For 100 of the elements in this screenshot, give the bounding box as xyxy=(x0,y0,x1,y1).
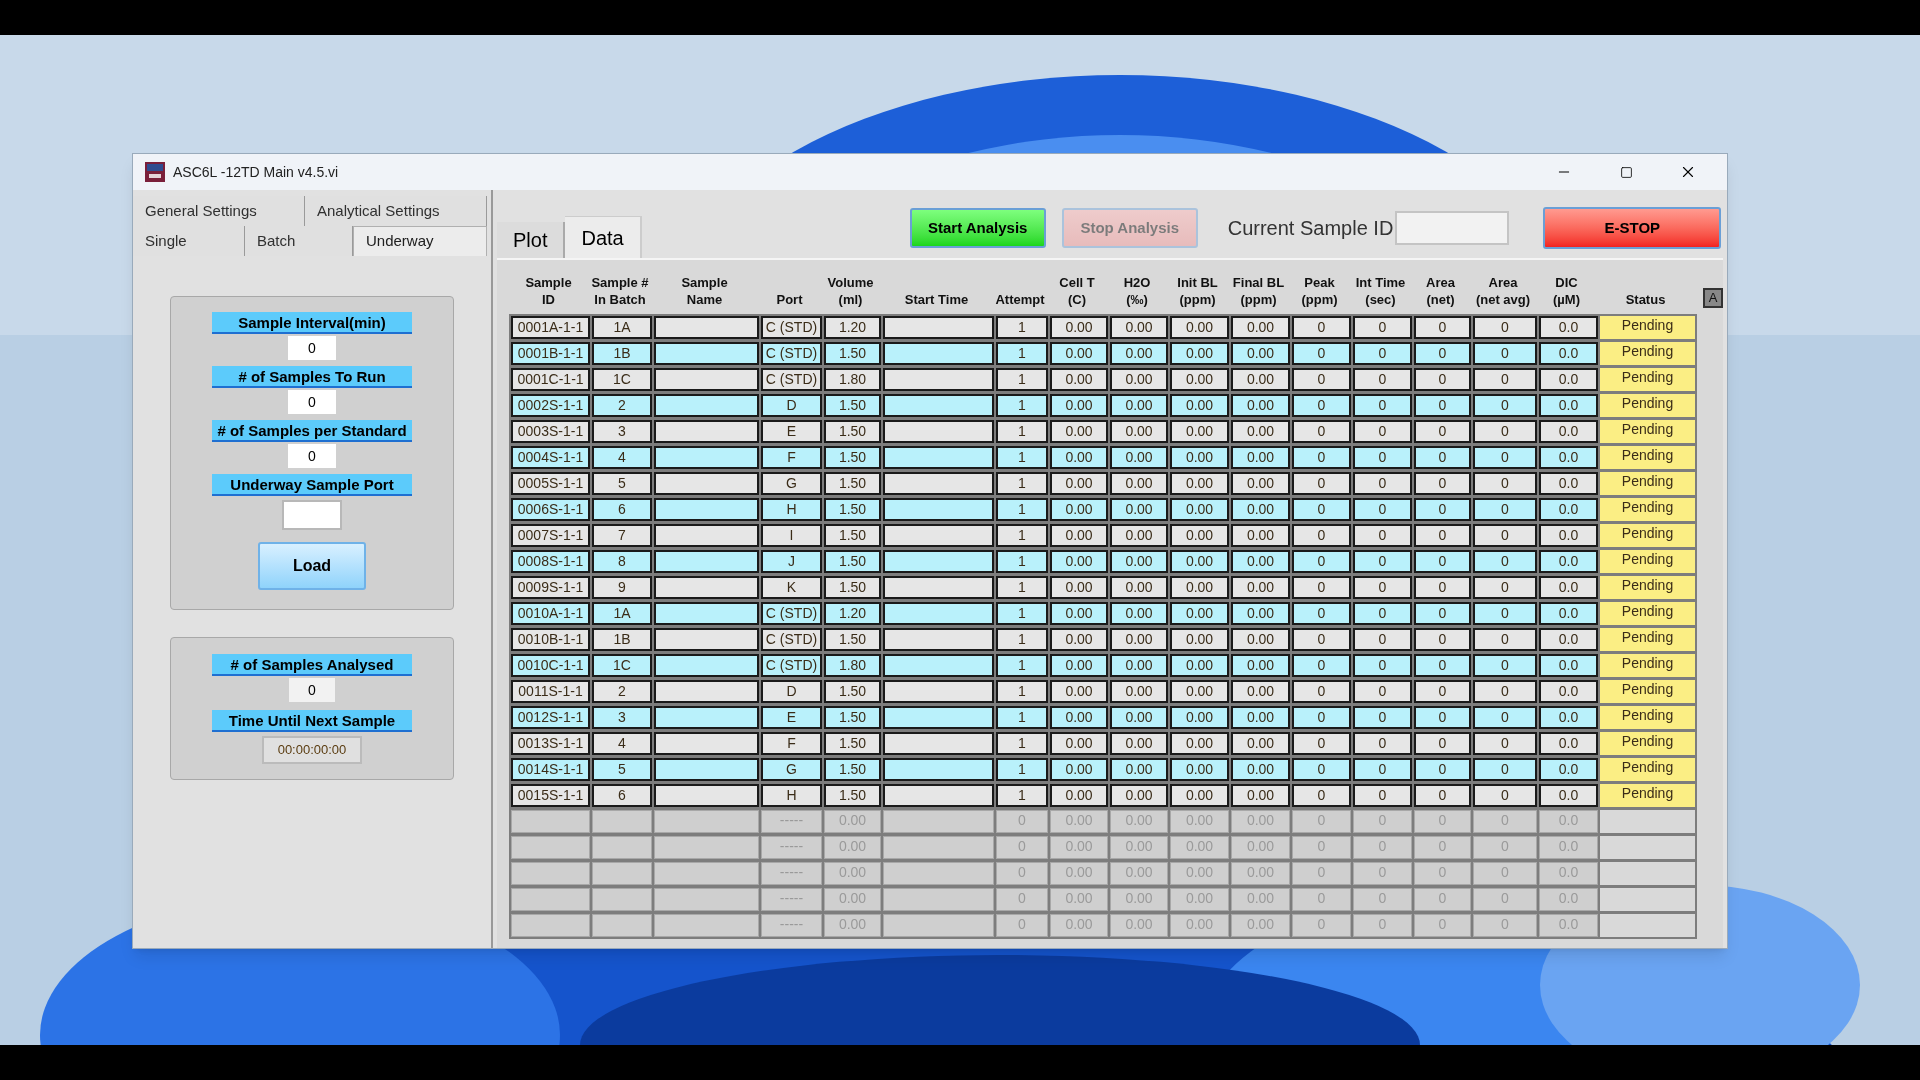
table-cell: 0001A-1-1 xyxy=(511,316,590,339)
number-field[interactable]: 0 xyxy=(288,336,336,360)
table-row[interactable]: 0008S-1-1 8 J 1.50 1 0.00 0.00 0.00 0.00 0 0 0 0 0.0 Pending xyxy=(511,550,1695,573)
tab[interactable]: Data xyxy=(565,216,642,258)
table-cell: 0011S-1-1 xyxy=(511,680,590,703)
table-cell: 0.00 xyxy=(1231,498,1290,521)
port-field[interactable] xyxy=(282,500,342,530)
table-cell: 0 xyxy=(1292,576,1351,599)
table-cell: 0.00 xyxy=(1170,784,1229,807)
table-row[interactable]: 0001A-1-1 1A C (STD) 1.20 1 0.00 0.00 0.00 0.00 0 0 0 0 0.0 Pending xyxy=(511,316,1695,339)
table-row[interactable]: 0001C-1-1 1C C (STD) 1.80 1 0.00 0.00 0.00 0.00 0 0 0 0 0.0 Pending xyxy=(511,368,1695,391)
table-cell: 1 xyxy=(996,316,1048,339)
table-cell: 0008S-1-1 xyxy=(511,550,590,573)
table-cell: 0 xyxy=(1414,420,1471,443)
table-cell: 0.0 xyxy=(1539,680,1598,703)
table-cell: C (STD) xyxy=(761,602,822,625)
table-cell: 0.00 xyxy=(1231,602,1290,625)
table-cell: 0 xyxy=(1292,784,1351,807)
status-cell: Pending xyxy=(1600,498,1695,521)
table-cell: 0 xyxy=(1414,498,1471,521)
table-cell: 1 xyxy=(996,524,1048,547)
table-cell: 1.50 xyxy=(824,420,881,443)
table-row[interactable]: 0005S-1-1 5 G 1.50 1 0.00 0.00 0.00 0.00 0 0 0 0 0.0 Pending xyxy=(511,472,1695,495)
table-cell: 0.00 xyxy=(1110,394,1168,417)
table-cell: 0 xyxy=(1292,368,1351,391)
analysis-button[interactable]: Start Analysis xyxy=(909,208,1046,248)
table-cell: 0 xyxy=(1473,602,1537,625)
table-cell: 0.0 xyxy=(1539,368,1598,391)
table-cell: 0.00 xyxy=(1050,446,1108,469)
app-icon xyxy=(145,162,165,182)
table-cell: 0012S-1-1 xyxy=(511,706,590,729)
table-cell: 1.50 xyxy=(824,394,881,417)
table-cell: 0 xyxy=(1292,420,1351,443)
table-cell: 1.50 xyxy=(824,784,881,807)
table-cell: 0.00 xyxy=(1231,758,1290,781)
table-cell: 0 xyxy=(1353,654,1412,677)
table-cell: 1 xyxy=(996,732,1048,755)
table-cell: 0.00 xyxy=(1231,706,1290,729)
number-field[interactable]: 0 xyxy=(288,390,336,414)
column-header: Area (net) xyxy=(1425,274,1456,308)
table-row[interactable]: 0010B-1-1 1B C (STD) 1.50 1 0.00 0.00 0.00 0.00 0 0 0 0 0.0 Pending xyxy=(511,628,1695,651)
table-cell: 0 xyxy=(1473,784,1537,807)
table-cell: 0 xyxy=(1473,550,1537,573)
table-cell: 7 xyxy=(592,524,652,547)
table-row[interactable]: 0012S-1-1 3 E 1.50 1 0.00 0.00 0.00 0.00 0 0 0 0 0.0 Pending xyxy=(511,706,1695,729)
field-label: # of Samples To Run xyxy=(212,366,412,388)
table-row[interactable]: 0015S-1-1 6 H 1.50 1 0.00 0.00 0.00 0.00 0 0 0 0 0.0 Pending xyxy=(511,784,1695,807)
table-row[interactable]: 0010C-1-1 1C C (STD) 1.80 1 0.00 0.00 0.00 0.00 0 0 0 0 0.0 Pending xyxy=(511,654,1695,677)
table-row[interactable]: 0006S-1-1 6 H 1.50 1 0.00 0.00 0.00 0.00 0 0 0 0 0.0 Pending xyxy=(511,498,1695,521)
tab[interactable]: Single xyxy=(133,226,245,256)
table-cell: 0.00 xyxy=(1231,732,1290,755)
table-cell: 0.00 xyxy=(1170,472,1229,495)
table-cell: 1.50 xyxy=(824,732,881,755)
table-cell: 0.00 xyxy=(1110,654,1168,677)
table-cell: 1 xyxy=(996,472,1048,495)
table-row[interactable]: 0011S-1-1 2 D 1.50 1 0.00 0.00 0.00 0.00 0 0 0 0 0.0 Pending xyxy=(511,680,1695,703)
table-cell: 0 xyxy=(1353,732,1412,755)
number-field[interactable]: 0 xyxy=(288,444,336,468)
field-label: Time Until Next Sample xyxy=(212,710,412,732)
table-cell: 1 xyxy=(996,342,1048,365)
table-row[interactable]: 0010A-1-1 1A C (STD) 1.20 1 0.00 0.00 0.00 0.00 0 0 0 0 0.0 Pending xyxy=(511,602,1695,625)
table-row[interactable]: 0004S-1-1 4 F 1.50 1 0.00 0.00 0.00 0.00 0 0 0 0 0.0 Pending xyxy=(511,446,1695,469)
table-cell: 0 xyxy=(1414,732,1471,755)
table-cell: 0 xyxy=(1414,316,1471,339)
table-row[interactable]: 0002S-1-1 2 D 1.50 1 0.00 0.00 0.00 0.00 0 0 0 0 0.0 Pending xyxy=(511,394,1695,417)
table-cell: 1 xyxy=(996,654,1048,677)
table-cell: 0 xyxy=(1473,680,1537,703)
table-cell: 0.00 xyxy=(1050,758,1108,781)
table-row[interactable]: 0003S-1-1 3 E 1.50 1 0.00 0.00 0.00 0.00 0 0 0 0 0.0 Pending xyxy=(511,420,1695,443)
table-cell: 0.00 xyxy=(1231,420,1290,443)
e-stop-button[interactable]: E-STOP xyxy=(1543,207,1722,249)
table-cell: 0.0 xyxy=(1539,394,1598,417)
window-title: ASC6L -12TD Main v4.5.vi xyxy=(173,162,339,182)
table-cell: 0.00 xyxy=(1050,342,1108,365)
table-cell: 0 xyxy=(1473,706,1537,729)
load-button[interactable]: Load xyxy=(258,542,366,590)
table-cell: 0.00 xyxy=(1231,550,1290,573)
table-cell: 0 xyxy=(1414,706,1471,729)
table-cell: 1.50 xyxy=(824,628,881,651)
column-header: Peak (ppm) xyxy=(1300,274,1339,308)
table-row[interactable]: 0014S-1-1 5 G 1.50 1 0.00 0.00 0.00 0.00 0 0 0 0 0.0 Pending xyxy=(511,758,1695,781)
column-header: Cell T (C) xyxy=(1058,274,1096,308)
tab[interactable]: General Settings xyxy=(133,196,305,226)
current-sample-id-field[interactable] xyxy=(1395,211,1510,245)
table-cell: 1 xyxy=(996,420,1048,443)
tab[interactable]: Underway xyxy=(353,226,487,256)
status-cell: Pending xyxy=(1600,316,1695,339)
table-row[interactable]: 0007S-1-1 7 I 1.50 1 0.00 0.00 0.00 0.00 0 0 0 0 0.0 Pending xyxy=(511,524,1695,547)
table-cell: 0 xyxy=(1292,550,1351,573)
table-cell: 1 xyxy=(996,758,1048,781)
table-cell: E xyxy=(761,706,822,729)
table-row[interactable]: 0013S-1-1 4 F 1.50 1 0.00 0.00 0.00 0.00 0 0 0 0 0.0 Pending xyxy=(511,732,1695,755)
table-cell: 0 xyxy=(1353,368,1412,391)
table-cell: ----- xyxy=(761,810,822,833)
tab[interactable]: Plot xyxy=(497,222,566,258)
table-row[interactable]: 0001B-1-1 1B C (STD) 1.50 1 0.00 0.00 0.00 0.00 0 0 0 0 0.0 Pending xyxy=(511,342,1695,365)
table-cell: 1 xyxy=(996,446,1048,469)
status-cell: Pending xyxy=(1600,550,1695,573)
corner-button[interactable]: A xyxy=(1703,288,1723,308)
table-row[interactable]: 0009S-1-1 9 K 1.50 1 0.00 0.00 0.00 0.00 0 0 0 0 0.0 Pending xyxy=(511,576,1695,599)
